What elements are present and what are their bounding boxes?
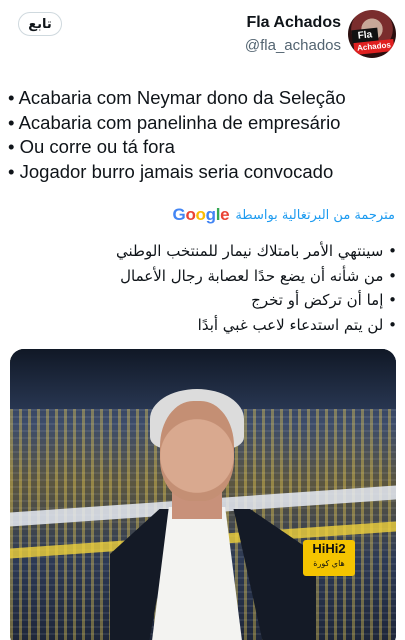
tweet-line: • Jogador burro jamais seria convocado — [8, 160, 334, 182]
translation-attribution[interactable]: Google مترجمة من البرتغالية بواسطة — [173, 205, 396, 225]
tweet-photo[interactable]: HiHi2 هاي كورة — [10, 349, 396, 640]
display-name[interactable]: Fla Achados — [245, 13, 341, 33]
tweet-line: • Acabaria com panelinha de empresário — [8, 111, 341, 133]
follow-button[interactable]: تابع — [18, 12, 62, 36]
translated-text: • سينتهي الأمر بامتلاك نيمار للمنتخب الو… — [7, 239, 397, 337]
google-logo: Google — [172, 205, 230, 224]
tweet-line: • Acabaria com Neymar dono da Seleção — [8, 87, 346, 108]
tweet-header: تابع Fla Achados @fla_achados Fla Achado… — [0, 0, 405, 70]
author-names[interactable]: Fla Achados @fla_achados — [245, 13, 341, 56]
translated-line: • لن يتم استدعاء لاعب غبي أبدًا — [197, 315, 397, 334]
watermark-brand: HiHi2 — [312, 541, 346, 556]
translated-line: • سينتهي الأمر بامتلاك نيمار للمنتخب الو… — [116, 242, 397, 260]
translated-line: • من شأنه أن يضع حدًا لعصابة رجال الأعما… — [120, 266, 397, 285]
tweet-line: • Ou corre ou tá fora — [8, 136, 175, 157]
user-handle[interactable]: @fla_achados — [245, 36, 341, 56]
watermark-subtext: هاي كورة — [313, 559, 345, 568]
avatar[interactable]: Fla Achados — [348, 10, 396, 58]
translated-line: • إما أن تركض أو تخرج — [251, 291, 397, 309]
person-face — [160, 401, 234, 501]
translated-from-label[interactable]: مترجمة من البرتغالية بواسطة — [235, 208, 395, 223]
tweet-text: • Acabaria com Neymar dono da Seleção • … — [8, 86, 398, 184]
site-watermark: HiHi2 هاي كورة — [303, 540, 355, 576]
